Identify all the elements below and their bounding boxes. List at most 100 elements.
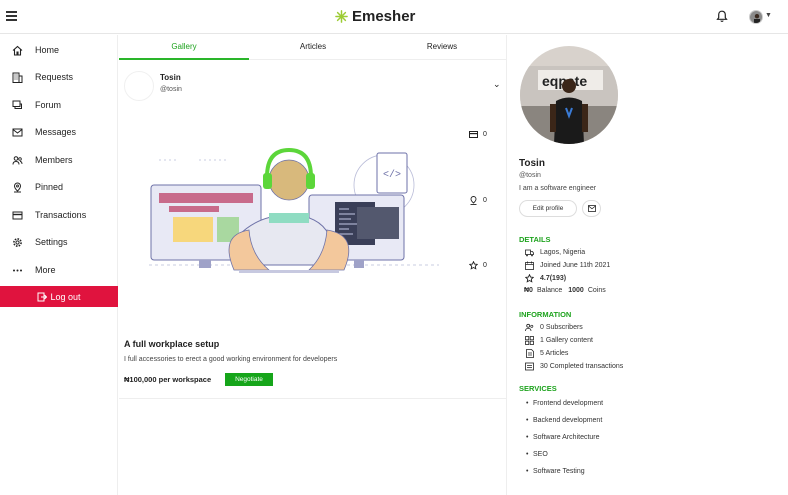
hamburger-menu-icon[interactable] <box>6 11 17 21</box>
profile-handle: @tosin <box>519 172 541 179</box>
joined-text: Joined June 11th 2021 <box>540 262 611 269</box>
card-user-handle: @tosin <box>160 86 182 93</box>
service-item: Software Testing <box>526 468 585 475</box>
services-title: SERVICES <box>519 384 557 393</box>
members-icon <box>11 154 23 166</box>
sidebar-item-requests[interactable]: Requests <box>0 67 118 87</box>
gallery-content-text: 1 Gallery content <box>540 337 593 344</box>
joined-row: Joined June 11th 2021 <box>525 261 610 270</box>
subscribers-row: 0 Subscribers <box>525 323 583 332</box>
sidebar-item-transactions[interactable]: Transactions <box>0 205 118 225</box>
sidebar-item-label: Transactions <box>35 210 87 220</box>
location-row: Lagos, Nigeria <box>525 248 585 257</box>
details-title: DETAILS <box>519 235 551 244</box>
sidebar-item-more[interactable]: More <box>0 260 118 280</box>
star-icon <box>469 261 478 270</box>
workplace-illustration: </> <box>149 147 439 273</box>
active-tab-indicator <box>119 58 249 60</box>
home-icon <box>11 44 23 56</box>
card-price: ₦100,000 per workspace <box>124 375 212 384</box>
profile-photo: eqpate <box>520 46 618 144</box>
stat-cards: 0 <box>469 131 487 138</box>
card-user-avatar[interactable] <box>124 71 154 101</box>
edit-profile-button[interactable]: Edit profile <box>519 200 577 217</box>
content-tabs: Gallery Articles Reviews <box>119 35 507 60</box>
profile-panel: eqpate Tosin @tosin I am a software engi… <box>508 35 788 495</box>
card-user-name[interactable]: Tosin <box>160 73 181 82</box>
truck-icon <box>525 248 534 257</box>
balance-row: ₦0 Balance 1000 Coins <box>524 287 606 294</box>
service-item: Software Architecture <box>526 434 599 441</box>
sidebar-item-pinned[interactable]: Pinned <box>0 177 118 197</box>
sidebar-item-home[interactable]: Home <box>0 40 118 60</box>
dots-icon <box>11 264 23 276</box>
rating-row: 4.7(193) <box>525 274 566 283</box>
star-icon <box>525 274 534 283</box>
tab-articles[interactable]: Articles <box>248 42 378 51</box>
sidebar-item-label: Requests <box>35 72 74 82</box>
pin-icon <box>470 196 477 205</box>
coins-label: Coins <box>587 287 606 294</box>
card-icon <box>11 209 23 221</box>
divider <box>119 398 507 399</box>
gallery-content-row: 1 Gallery content <box>525 336 593 345</box>
svg-text:</>: </> <box>383 169 401 181</box>
brand-logo-icon <box>335 10 348 23</box>
service-item: Frontend development <box>526 400 603 407</box>
sidebar-item-label: Settings <box>35 237 68 247</box>
mail-icon <box>587 205 596 212</box>
card-title[interactable]: A full workplace setup <box>124 339 219 349</box>
building-icon <box>11 71 23 83</box>
location-text: Lagos, Nigeria <box>540 249 586 256</box>
document-icon <box>525 349 534 358</box>
service-item: SEO <box>526 451 548 458</box>
forum-icon <box>11 99 23 111</box>
main-content: Gallery Articles Reviews Tosin @tosin ⌄ … <box>119 35 507 495</box>
user-avatar[interactable] <box>749 10 763 24</box>
sidebar-item-label: Members <box>35 155 73 165</box>
stat-pins[interactable]: 0 <box>469 196 487 205</box>
tab-reviews[interactable]: Reviews <box>377 42 507 51</box>
sidebar: Home Requests Forum Messages Members Pin… <box>0 35 118 495</box>
logout-button[interactable]: Log out <box>0 286 118 307</box>
rating-text: 4.7(193) <box>540 275 567 282</box>
gallery-icon <box>525 336 534 345</box>
profile-bio: I am a software engineer <box>519 185 597 192</box>
stat-cards-value: 0 <box>483 131 487 138</box>
mail-icon <box>11 126 23 138</box>
tab-gallery[interactable]: Gallery <box>119 42 249 51</box>
logout-icon <box>37 292 48 301</box>
information-title: INFORMATION <box>519 310 572 319</box>
articles-text: 5 Articles <box>540 350 569 357</box>
stat-stars-value: 0 <box>483 262 487 269</box>
pin-icon <box>11 181 23 193</box>
balance-amount: ₦0 <box>524 287 533 294</box>
transactions-icon <box>525 362 534 371</box>
chevron-down-icon[interactable]: ▼ <box>765 12 772 19</box>
gear-icon <box>11 236 23 248</box>
sidebar-item-messages[interactable]: Messages <box>0 122 118 142</box>
message-button[interactable] <box>582 200 601 217</box>
sidebar-item-label: Messages <box>35 127 77 137</box>
sidebar-item-forum[interactable]: Forum <box>0 95 118 115</box>
card-icon <box>469 131 478 138</box>
stat-pins-value: 0 <box>483 197 487 204</box>
negotiate-button[interactable]: Negotiate <box>225 373 273 386</box>
brand[interactable]: Emesher <box>335 8 415 25</box>
card-description: I full accessories to erect a good worki… <box>124 356 338 363</box>
sidebar-item-settings[interactable]: Settings <box>0 232 118 252</box>
stat-stars[interactable]: 0 <box>469 261 487 270</box>
transactions-text: 30 Completed transactions <box>540 363 624 370</box>
card-options-chevron-icon[interactable]: ⌄ <box>493 79 501 90</box>
calendar-icon <box>525 261 534 270</box>
brand-name: Emesher <box>352 8 416 25</box>
notification-bell-icon[interactable] <box>716 10 728 23</box>
sidebar-item-members[interactable]: Members <box>0 150 118 170</box>
logout-label: Log out <box>50 291 81 302</box>
transactions-row: 30 Completed transactions <box>525 362 623 371</box>
members-icon <box>525 323 534 332</box>
top-bar: Emesher ▼ <box>0 0 788 34</box>
articles-row: 5 Articles <box>525 349 568 358</box>
subscribers-text: 0 Subscribers <box>540 324 583 331</box>
sidebar-item-label: Forum <box>35 100 62 110</box>
